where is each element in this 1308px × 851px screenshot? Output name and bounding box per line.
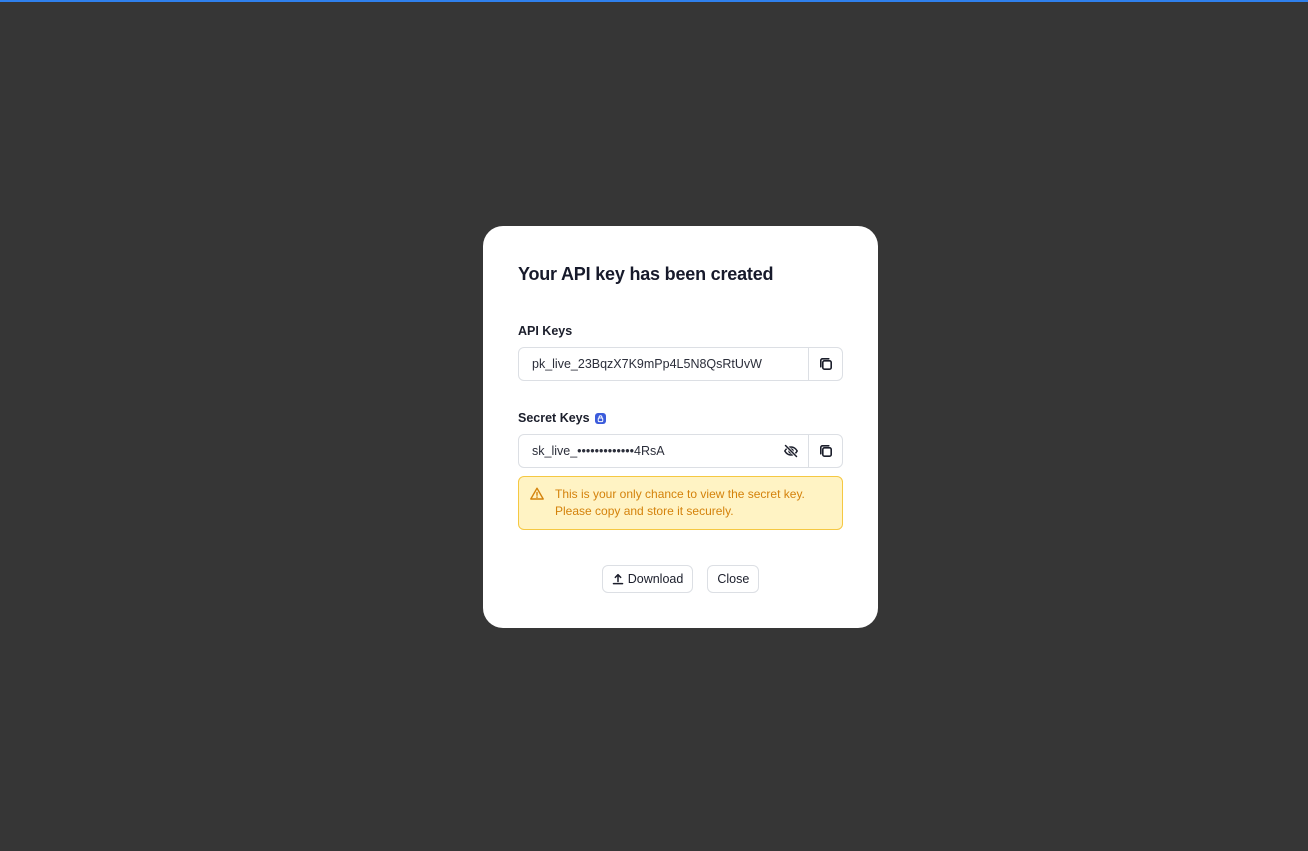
secret-key-warning: This is your only chance to view the sec… xyxy=(518,476,843,530)
secret-key-field: sk_live_•••••••••••••4RsA xyxy=(518,434,843,468)
api-keys-label-row: API Keys xyxy=(518,324,572,338)
copy-icon xyxy=(819,358,832,370)
secret-keys-label: Secret Keys xyxy=(518,411,590,425)
top-accent-bar xyxy=(0,0,1308,2)
api-key-value[interactable]: pk_live_23BqzX7K9mPp4L5N8QsRtUvW xyxy=(519,348,808,380)
secret-key-value[interactable]: sk_live_•••••••••••••4RsA xyxy=(519,435,774,467)
upload-icon xyxy=(612,573,623,585)
dialog-actions: Download Close xyxy=(483,565,878,593)
download-button[interactable]: Download xyxy=(601,565,694,593)
api-key-field: pk_live_23BqzX7K9mPp4L5N8QsRtUvW xyxy=(518,347,843,381)
lock-icon xyxy=(594,412,606,424)
api-key-created-dialog: Your API key has been created API Keys p… xyxy=(483,226,878,628)
dialog-title: Your API key has been created xyxy=(518,264,774,284)
warning-line-2: Please copy and store it securely. xyxy=(555,504,734,518)
eye-off-icon xyxy=(784,444,798,458)
warning-triangle-icon xyxy=(530,487,544,500)
copy-api-key-button[interactable] xyxy=(808,348,842,380)
api-keys-label: API Keys xyxy=(518,324,573,338)
warning-line-1: This is your only chance to view the sec… xyxy=(555,487,805,501)
copy-secret-key-button[interactable] xyxy=(808,435,842,467)
close-button[interactable]: Close xyxy=(707,565,760,593)
copy-icon xyxy=(819,445,832,457)
close-label: Close xyxy=(717,572,750,586)
warning-message: This is your only chance to view the sec… xyxy=(555,486,805,529)
download-label: Download xyxy=(627,572,684,586)
toggle-visibility-button[interactable] xyxy=(774,435,808,467)
secret-keys-label-row: Secret Keys xyxy=(518,411,606,425)
